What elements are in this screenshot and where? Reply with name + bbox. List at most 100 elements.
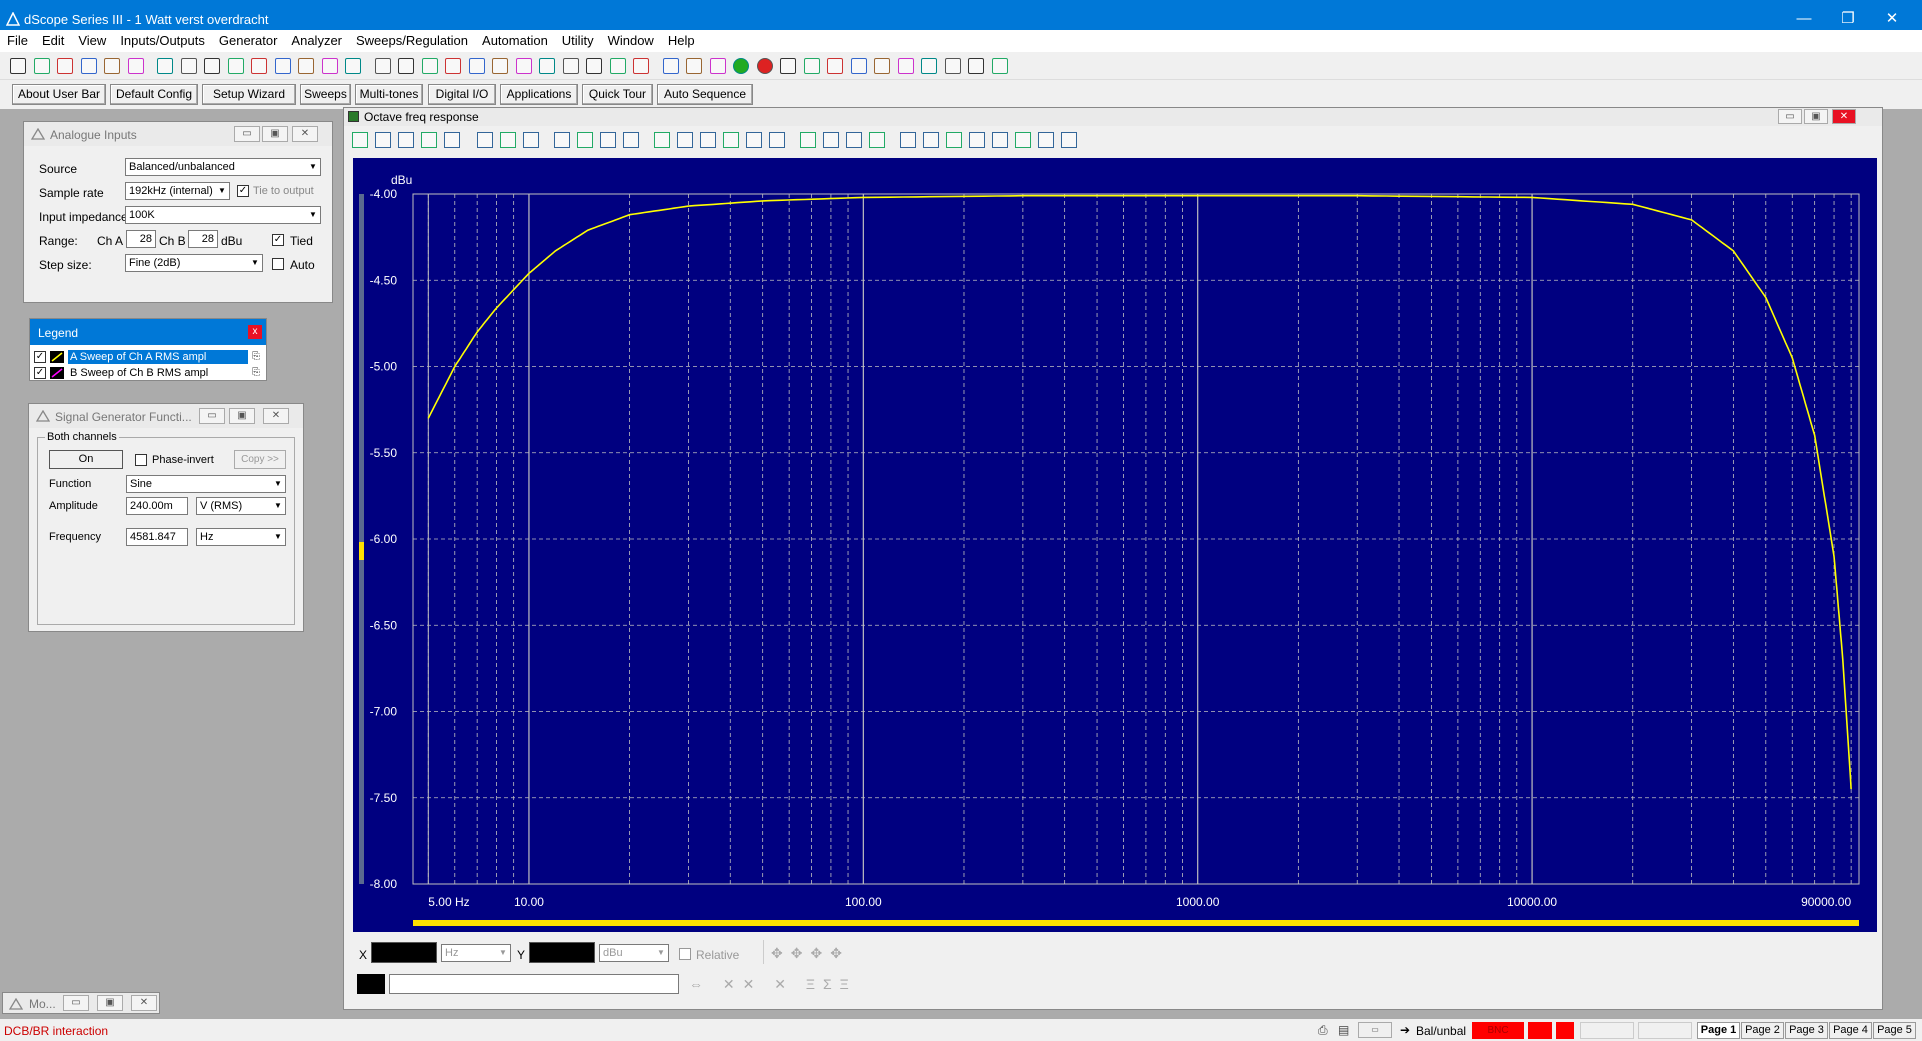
y-scrollbar[interactable]	[359, 194, 364, 884]
save-icon[interactable]: ▤	[1338, 1023, 1349, 1037]
graph-toolbar-icon[interactable]	[869, 132, 885, 148]
page-tab-5[interactable]: Page 5	[1873, 1022, 1916, 1039]
panel-minimize-icon[interactable]: ▭	[234, 126, 260, 142]
toolbar-icon[interactable]	[733, 58, 749, 74]
toolbar-icon[interactable]	[562, 58, 579, 74]
x-scroll-thumb[interactable]	[413, 920, 1859, 926]
toolbar-icon[interactable]	[398, 58, 414, 74]
page-tab-1[interactable]: Page 1	[1697, 1022, 1740, 1039]
toolbar-icon[interactable]	[80, 58, 97, 74]
copy-button[interactable]: Copy >>	[234, 450, 286, 469]
graph-toolbar-icon[interactable]	[623, 132, 639, 148]
graph-minimize-icon[interactable]: ▭	[1778, 109, 1802, 124]
toolbar-icon[interactable]	[686, 58, 702, 74]
toolbar-icon[interactable]	[468, 58, 485, 74]
graph-toolbar-icon[interactable]	[444, 132, 460, 148]
signal-generator-titlebar[interactable]: Signal Generator Functi... ▭ ▣ ✕	[29, 404, 303, 428]
quickbar-button-2[interactable]: Setup Wizard	[202, 84, 296, 105]
toolbar-icon[interactable]	[421, 58, 438, 74]
y-cursor-value[interactable]	[529, 942, 595, 963]
tied-checkbox[interactable]: ✓	[272, 234, 284, 246]
toolbar-icon[interactable]	[991, 58, 1008, 74]
toolbar-icon[interactable]	[944, 58, 961, 74]
graph-toolbar-icon[interactable]	[352, 132, 368, 148]
quickbar-button-0[interactable]: About User Bar	[12, 84, 106, 105]
graph-toolbar-icon[interactable]	[700, 132, 716, 148]
auto-checkbox[interactable]	[272, 258, 284, 270]
graph-toolbar-icon[interactable]	[421, 132, 437, 148]
graph-restore-icon[interactable]: ▣	[1804, 109, 1828, 124]
on-button[interactable]: On	[49, 450, 123, 469]
quickbar-button-8[interactable]: Auto Sequence	[657, 84, 753, 105]
page-tab-3[interactable]: Page 3	[1785, 1022, 1828, 1039]
graph-toolbar-icon[interactable]	[577, 132, 593, 148]
legend-item-b[interactable]: ✓ B Sweep of Ch B RMS ampl ⎘	[30, 366, 266, 381]
sample-rate-select[interactable]: 192kHz (internal) ▼	[125, 182, 230, 200]
toolbar-icon[interactable]	[321, 58, 338, 74]
close-icon[interactable]: ✕	[131, 995, 157, 1011]
menu-item-7[interactable]: Automation	[475, 30, 555, 51]
toolbar-icon[interactable]	[515, 58, 532, 74]
analogue-inputs-titlebar[interactable]: Analogue Inputs ▭ ▣ ✕	[24, 122, 332, 146]
x-cursor-value[interactable]	[371, 942, 437, 963]
annotation-input[interactable]	[389, 974, 679, 994]
toolbar-icon[interactable]	[609, 58, 626, 74]
graph-toolbar-icon[interactable]	[823, 132, 839, 148]
graph-toolbar-icon[interactable]	[1015, 132, 1031, 148]
graph-toolbar-icon[interactable]	[800, 132, 816, 148]
restore-icon[interactable]: ▭	[63, 995, 89, 1011]
toolbar-icon[interactable]	[33, 58, 50, 74]
graph-toolbar-icon[interactable]	[723, 132, 739, 148]
menu-item-4[interactable]: Generator	[212, 30, 285, 51]
graph-close-icon[interactable]: ✕	[1832, 109, 1856, 124]
panel-restore-icon[interactable]: ▣	[229, 408, 255, 424]
graph-toolbar-icon[interactable]	[477, 132, 493, 148]
graph-toolbar-icon[interactable]	[769, 132, 785, 148]
toolbar-icon[interactable]	[827, 58, 843, 74]
toolbar-icon[interactable]	[709, 58, 726, 74]
amplitude-input[interactable]: 240.00m	[126, 497, 188, 515]
graph-toolbar-icon[interactable]	[375, 132, 391, 148]
chb-range-input[interactable]: 28	[188, 230, 218, 248]
toolbar-icon[interactable]	[445, 58, 461, 74]
menu-item-5[interactable]: Analyzer	[284, 30, 349, 51]
toolbar-icon[interactable]	[780, 58, 796, 74]
graph-toolbar-icon[interactable]	[600, 132, 616, 148]
toolbar-icon[interactable]	[803, 58, 820, 74]
toolbar-icon[interactable]	[374, 58, 391, 74]
toolbar-icon[interactable]	[127, 58, 144, 74]
graph-toolbar-icon[interactable]	[523, 132, 539, 148]
toolbar-icon[interactable]	[298, 58, 314, 74]
toolbar-icon[interactable]	[850, 58, 867, 74]
frequency-input[interactable]: 4581.847	[126, 528, 188, 546]
x-unit-select[interactable]: Hz ▼	[441, 944, 511, 962]
toolbar-icon[interactable]	[274, 58, 291, 74]
toolbar-icon[interactable]	[57, 58, 73, 74]
menu-item-0[interactable]: File	[0, 30, 35, 51]
frequency-unit-select[interactable]: Hz ▼	[196, 528, 286, 546]
panel-minimize-icon[interactable]: ▭	[199, 408, 225, 424]
legend-item-a[interactable]: ✓ A Sweep of Ch A RMS ampl ⎘	[30, 350, 266, 365]
graph-toolbar-icon[interactable]	[1061, 132, 1077, 148]
impedance-select[interactable]: 100K ▼	[125, 206, 321, 224]
cha-range-input[interactable]: 28	[126, 230, 156, 248]
toolbar-icon[interactable]	[227, 58, 244, 74]
graph-toolbar-icon[interactable]	[554, 132, 570, 148]
copy-icon[interactable]: ⎘	[252, 351, 260, 362]
quickbar-button-3[interactable]: Sweeps	[300, 84, 351, 105]
panel-close-icon[interactable]: ✕	[292, 126, 318, 142]
y-unit-select[interactable]: dBu ▼	[599, 944, 669, 962]
graph-toolbar-icon[interactable]	[677, 132, 693, 148]
graph-toolbar-icon[interactable]	[923, 132, 939, 148]
menu-item-2[interactable]: View	[71, 30, 113, 51]
quickbar-button-1[interactable]: Default Config	[110, 84, 198, 105]
graph-toolbar-icon[interactable]	[846, 132, 862, 148]
quickbar-button-4[interactable]: Multi-tones	[355, 84, 423, 105]
toolbar-icon[interactable]	[586, 58, 602, 74]
graph-toolbar-icon[interactable]	[398, 132, 414, 148]
graph-toolbar-icon[interactable]	[946, 132, 962, 148]
quickbar-button-6[interactable]: Applications	[500, 84, 578, 105]
graph-titlebar[interactable]: Octave freq response ▭ ▣ ✕	[344, 108, 1882, 126]
function-select[interactable]: Sine ▼	[126, 475, 286, 493]
toolbar-icon[interactable]	[874, 58, 890, 74]
